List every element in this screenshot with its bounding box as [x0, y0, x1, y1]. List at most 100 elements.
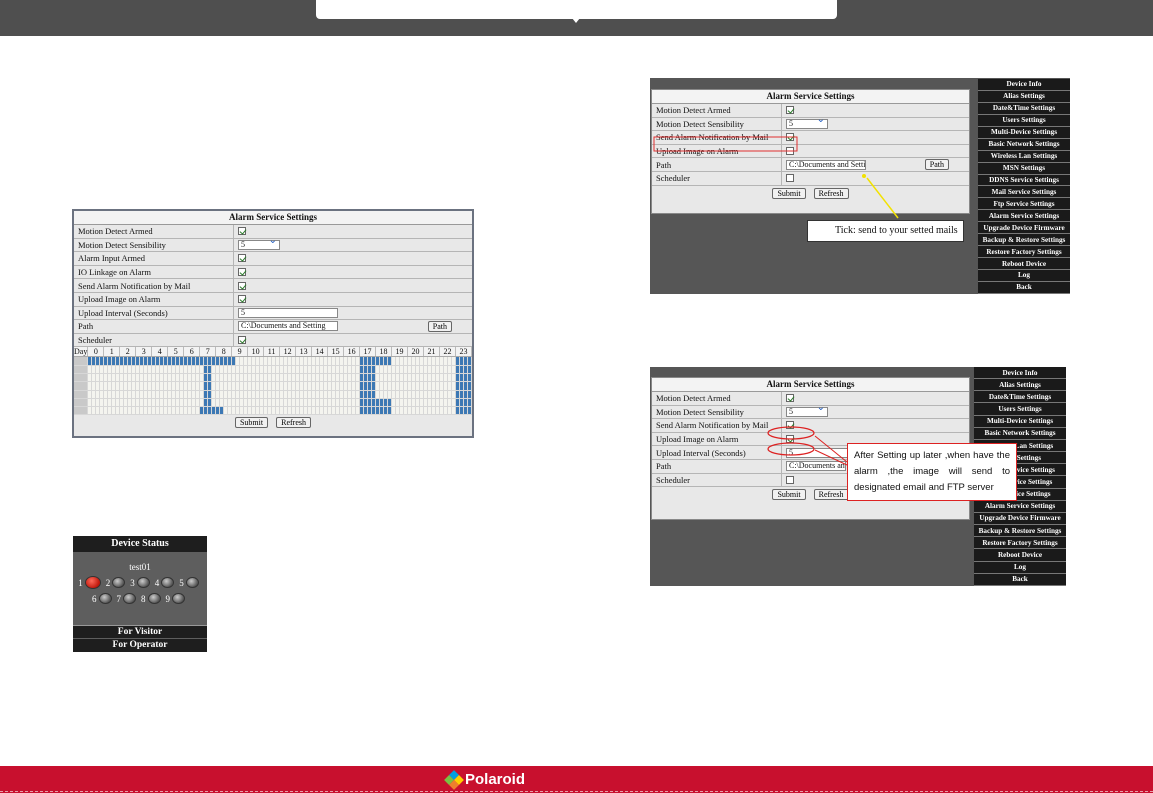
checkbox-scheduler[interactable] — [238, 336, 246, 345]
menu-item-log[interactable]: Log — [978, 270, 1070, 282]
checkbox-upload-image-on-alarm[interactable] — [786, 147, 794, 156]
device-slot-9-icon[interactable] — [172, 593, 185, 604]
menu-item-basic-network-settings[interactable]: Basic Network Settings — [978, 139, 1070, 151]
schedule-cell[interactable] — [468, 357, 472, 366]
setting-value — [782, 419, 969, 432]
schedule-cell[interactable] — [468, 398, 472, 408]
device-slot-8-icon[interactable] — [147, 593, 161, 604]
upload-interval-input[interactable]: 5 — [238, 307, 338, 318]
menu-item-ftp-service-settings[interactable]: Ftp Service Settings — [978, 198, 1070, 211]
checkbox-motion-detect-armed[interactable] — [786, 106, 794, 115]
menu-item-device-info[interactable]: Device Info — [974, 367, 1066, 380]
path-input[interactable]: C:\Documents and S — [786, 461, 846, 472]
refresh-button[interactable]: Refresh — [813, 489, 849, 501]
polaroid-logo-icon — [444, 769, 464, 790]
manual-page: Alarm Service Settings Motion Detect Arm… — [0, 0, 1153, 793]
device-slots-row-2: 6 7 8 9 — [73, 593, 207, 604]
hour-label-19: 19 — [392, 347, 409, 357]
menu-item-mail-service-settings[interactable]: Mail Service Settings — [978, 186, 1070, 199]
slot-label: 3 — [130, 577, 135, 588]
device-status-panel: Device Status test01 1 2 3 4 5 6 7 8 9 For Visi… — [73, 536, 207, 652]
path-button[interactable]: Path — [924, 159, 949, 171]
refresh-button[interactable]: Refresh — [813, 187, 849, 199]
schedule-cell[interactable] — [468, 407, 472, 416]
checkbox-send-alarm-notification-by-mail[interactable] — [786, 421, 794, 430]
menu-item-alarm-service-settings[interactable]: Alarm Service Settings — [978, 210, 1070, 223]
for-visitor-link[interactable]: For Visitor — [73, 625, 207, 638]
menu-item-back[interactable]: Back — [974, 574, 1066, 586]
checkbox-scheduler[interactable] — [786, 475, 794, 484]
menu-item-date-time-settings[interactable]: Date&Time Settings — [978, 103, 1070, 115]
refresh-button[interactable]: Refresh — [276, 417, 311, 429]
menu-item-log[interactable]: Log — [974, 562, 1066, 574]
menu-item-users-settings[interactable]: Users Settings — [974, 403, 1066, 416]
menu-item-date-time-settings[interactable]: Date&Time Settings — [974, 391, 1066, 404]
checkbox-motion-detect-armed[interactable] — [238, 227, 246, 236]
submit-button[interactable]: Submit — [234, 417, 269, 429]
submit-button[interactable]: Submit — [772, 187, 806, 199]
menu-item-alias-settings[interactable]: Alias Settings — [978, 91, 1070, 103]
device-slot-1-icon[interactable] — [84, 576, 101, 589]
setting-row-scheduler: Scheduler — [652, 171, 969, 186]
checkbox-io-linkage-on-alarm[interactable] — [238, 268, 246, 277]
path-input[interactable]: C:\Documents and Setting — [238, 321, 338, 332]
submit-button[interactable]: Submit — [772, 489, 806, 501]
setting-label: Path — [74, 320, 234, 333]
menu-item-upgrade-device-firmware[interactable]: Upgrade Device Firmware — [978, 222, 1070, 235]
checkbox-motion-detect-armed[interactable] — [786, 394, 794, 403]
device-slot-4-icon[interactable] — [161, 577, 175, 588]
slot-label: 2 — [105, 577, 111, 588]
menu-item-msn-settings[interactable]: MSN Settings — [978, 163, 1070, 175]
menu-item-alias-settings[interactable]: Alias Settings — [974, 379, 1066, 392]
schedule-grid[interactable]: Day 0 1 2 3 4 5 6 7 8 9 10 11 12 13 14 15 16 17 18 19 20 21 22 2… — [74, 347, 472, 416]
menu-item-device-info[interactable]: Device Info — [978, 79, 1070, 91]
setting-row-motion-detect-armed: Motion Detect Armed — [652, 392, 969, 406]
menu-item-ddns-service-settings[interactable]: DDNS Service Settings — [978, 175, 1070, 187]
menu-item-back[interactable]: Back — [978, 282, 1070, 294]
panel-title: Alarm Service Settings — [652, 378, 969, 392]
menu-item-backup-restore-settings[interactable]: Backup & Restore Settings — [974, 525, 1066, 538]
path-input[interactable]: C:\Documents and Setting — [786, 159, 866, 170]
setting-label: Motion Detect Armed — [652, 392, 782, 405]
setting-row-motion-detect-sensibility: Motion Detect Sensibility 5 — [652, 404, 969, 420]
menu-item-basic-network-settings[interactable]: Basic Network Settings — [974, 428, 1066, 440]
menu-item-restore-factory-settings[interactable]: Restore Factory Settings — [978, 246, 1070, 259]
device-slot-7-icon[interactable] — [123, 593, 136, 604]
schedule-cell[interactable] — [468, 382, 472, 391]
menu-item-users-settings[interactable]: Users Settings — [978, 115, 1070, 127]
checkbox-alarm-input-armed[interactable] — [238, 254, 246, 263]
checkbox-upload-image-on-alarm[interactable] — [786, 435, 794, 444]
sensibility-select[interactable]: 5 — [786, 116, 828, 129]
device-slot-2-icon[interactable] — [112, 577, 126, 588]
menu-item-multi-device-settings[interactable]: Multi-Device Settings — [978, 127, 1070, 139]
checkbox-send-alarm-notification-by-mail[interactable] — [238, 281, 246, 290]
hour-label-21: 21 — [424, 347, 440, 357]
device-slot-5-icon[interactable] — [185, 577, 199, 588]
path-button[interactable]: Path — [427, 320, 452, 332]
sensibility-select[interactable]: 5 — [238, 237, 280, 250]
for-operator-link[interactable]: For Operator — [73, 639, 207, 652]
schedule-cell[interactable] — [468, 390, 472, 399]
menu-item-restore-factory-settings[interactable]: Restore Factory Settings — [974, 537, 1066, 550]
device-slot-3-icon[interactable] — [136, 577, 150, 588]
setting-value: 5 — [782, 116, 969, 131]
device-slot-6-icon[interactable] — [98, 593, 112, 604]
checkbox-send-alarm-notification-by-mail[interactable] — [786, 133, 794, 142]
schedule-day-label — [74, 407, 88, 416]
hour-label-13: 13 — [296, 347, 313, 357]
menu-item-backup-restore-settings[interactable]: Backup & Restore Settings — [978, 234, 1070, 247]
sensibility-select[interactable]: 5 — [786, 404, 828, 417]
menu-item-upgrade-device-firmware[interactable]: Upgrade Device Firmware — [974, 513, 1066, 526]
hour-label-6: 6 — [184, 347, 201, 357]
menu-item-alarm-service-settings[interactable]: Alarm Service Settings — [974, 501, 1066, 513]
checkbox-scheduler[interactable] — [786, 174, 794, 183]
menu-item-reboot-device[interactable]: Reboot Device — [974, 549, 1066, 562]
menu-item-multi-device-settings[interactable]: Multi-Device Settings — [974, 416, 1066, 428]
schedule-cell[interactable] — [468, 373, 472, 383]
checkbox-upload-image-on-alarm[interactable] — [238, 295, 246, 304]
menu-item-wireless-lan-settings[interactable]: Wireless Lan Settings — [978, 151, 1070, 163]
schedule-cell[interactable] — [468, 365, 472, 374]
menu-item-reboot-device[interactable]: Reboot Device — [978, 258, 1070, 270]
setting-label: IO Linkage on Alarm — [74, 265, 234, 279]
schedule-cells[interactable] — [74, 357, 472, 416]
